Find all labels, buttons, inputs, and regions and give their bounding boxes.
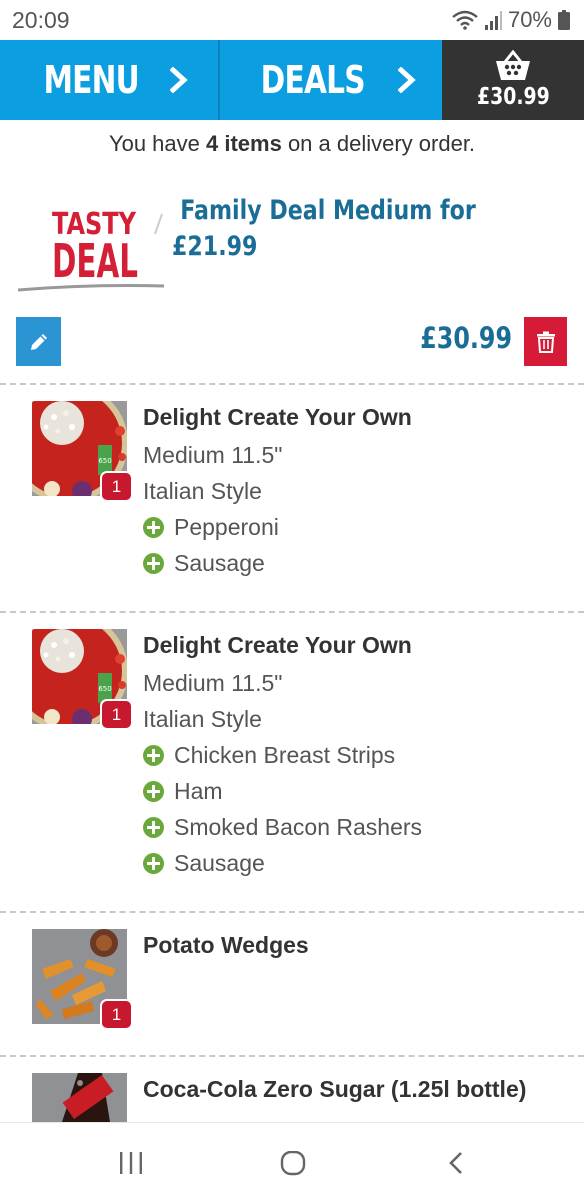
item-details: Delight Create Your Own Medium 11.5" Ita… (143, 401, 573, 581)
thumb-badge: 650 (98, 685, 111, 693)
quantity-badge: 1 (100, 471, 133, 502)
tasty-deal-logo: TASTY DEAL (17, 207, 165, 292)
summary-suffix: on a delivery order. (281, 131, 476, 156)
top-nav: MENU DEALS £30.99 (0, 40, 584, 120)
divider (0, 1055, 584, 1057)
topping-label: Ham (174, 777, 223, 804)
battery-icon (558, 10, 570, 30)
topping-label: Pepperoni (174, 513, 279, 540)
svg-text:DEAL: DEAL (52, 234, 138, 288)
order-summary: You have 4 items on a delivery order. (0, 131, 584, 157)
signal-icon (484, 11, 502, 30)
status-time: 20:09 (12, 7, 70, 33)
cola-thumbnail (32, 1073, 127, 1122)
deals-label: DEALS (260, 58, 366, 102)
deals-button[interactable]: DEALS (220, 40, 442, 120)
divider (0, 911, 584, 913)
plus-circle-icon (143, 552, 164, 574)
plus-circle-icon (143, 516, 164, 538)
item-details: Coca-Cola Zero Sugar (1.25l bottle) (143, 1073, 573, 1109)
deal-title-line2: £21.99 (172, 231, 258, 262)
topping-row: Chicken Breast Strips (143, 737, 573, 773)
deal-title: Family Deal Medium for £21.99 (172, 193, 500, 265)
menu-button[interactable]: MENU (0, 40, 220, 120)
edit-deal-button[interactable] (16, 317, 61, 366)
basket-icon (496, 50, 530, 80)
item-name: Delight Create Your Own (143, 632, 412, 658)
topping-label: Chicken Breast Strips (174, 741, 396, 768)
chevron-right-icon (397, 67, 416, 93)
divider (0, 611, 584, 613)
cart-total: £30.99 (476, 84, 550, 110)
item-size: Medium 11.5" (143, 670, 283, 696)
topping-row: Smoked Bacon Rashers (143, 809, 573, 845)
basket-button[interactable]: £30.99 (442, 40, 584, 120)
battery-percent: 70% (507, 7, 552, 32)
delete-deal-button[interactable] (524, 317, 567, 366)
quantity-badge: 1 (100, 699, 133, 730)
system-navigation-bar (0, 1122, 584, 1200)
status-bar: 20:09 70% (0, 0, 584, 40)
trash-icon (536, 331, 555, 353)
item-name: Coca-Cola Zero Sugar (1.25l bottle) (143, 1076, 527, 1102)
thumb-badge: 650 (98, 457, 111, 465)
plus-circle-icon (143, 780, 164, 802)
status-icons: 70% (452, 7, 570, 33)
plus-circle-icon (143, 852, 164, 874)
item-details: Potato Wedges (143, 929, 573, 965)
deal-title-line1: Family Deal Medium for (180, 195, 476, 226)
pencil-icon (30, 333, 47, 350)
home-icon[interactable] (280, 1151, 306, 1177)
topping-label: Sausage (174, 549, 265, 576)
plus-circle-icon (143, 744, 164, 766)
wifi-icon (452, 10, 478, 30)
topping-label: Sausage (174, 849, 265, 876)
recent-apps-icon[interactable] (118, 1151, 144, 1175)
item-crust: Italian Style (143, 706, 262, 732)
item-name: Delight Create Your Own (143, 404, 412, 430)
item-crust: Italian Style (143, 478, 262, 504)
menu-label: MENU (43, 58, 139, 102)
topping-row: Sausage (143, 545, 573, 581)
chevron-right-icon (170, 67, 188, 93)
item-name: Potato Wedges (143, 932, 309, 958)
quantity-badge: 1 (100, 999, 133, 1030)
deal-price: £30.99 (420, 321, 512, 355)
summary-count: 4 items (206, 131, 282, 156)
item-size: Medium 11.5" (143, 442, 283, 468)
topping-label: Smoked Bacon Rashers (174, 813, 423, 840)
divider (0, 383, 584, 385)
back-icon[interactable] (446, 1151, 466, 1177)
topping-row: Sausage (143, 845, 573, 881)
topping-row: Pepperoni (143, 509, 573, 545)
item-details: Delight Create Your Own Medium 11.5" Ita… (143, 629, 573, 881)
plus-circle-icon (143, 816, 164, 838)
topping-row: Ham (143, 773, 573, 809)
summary-prefix: You have (108, 131, 206, 156)
